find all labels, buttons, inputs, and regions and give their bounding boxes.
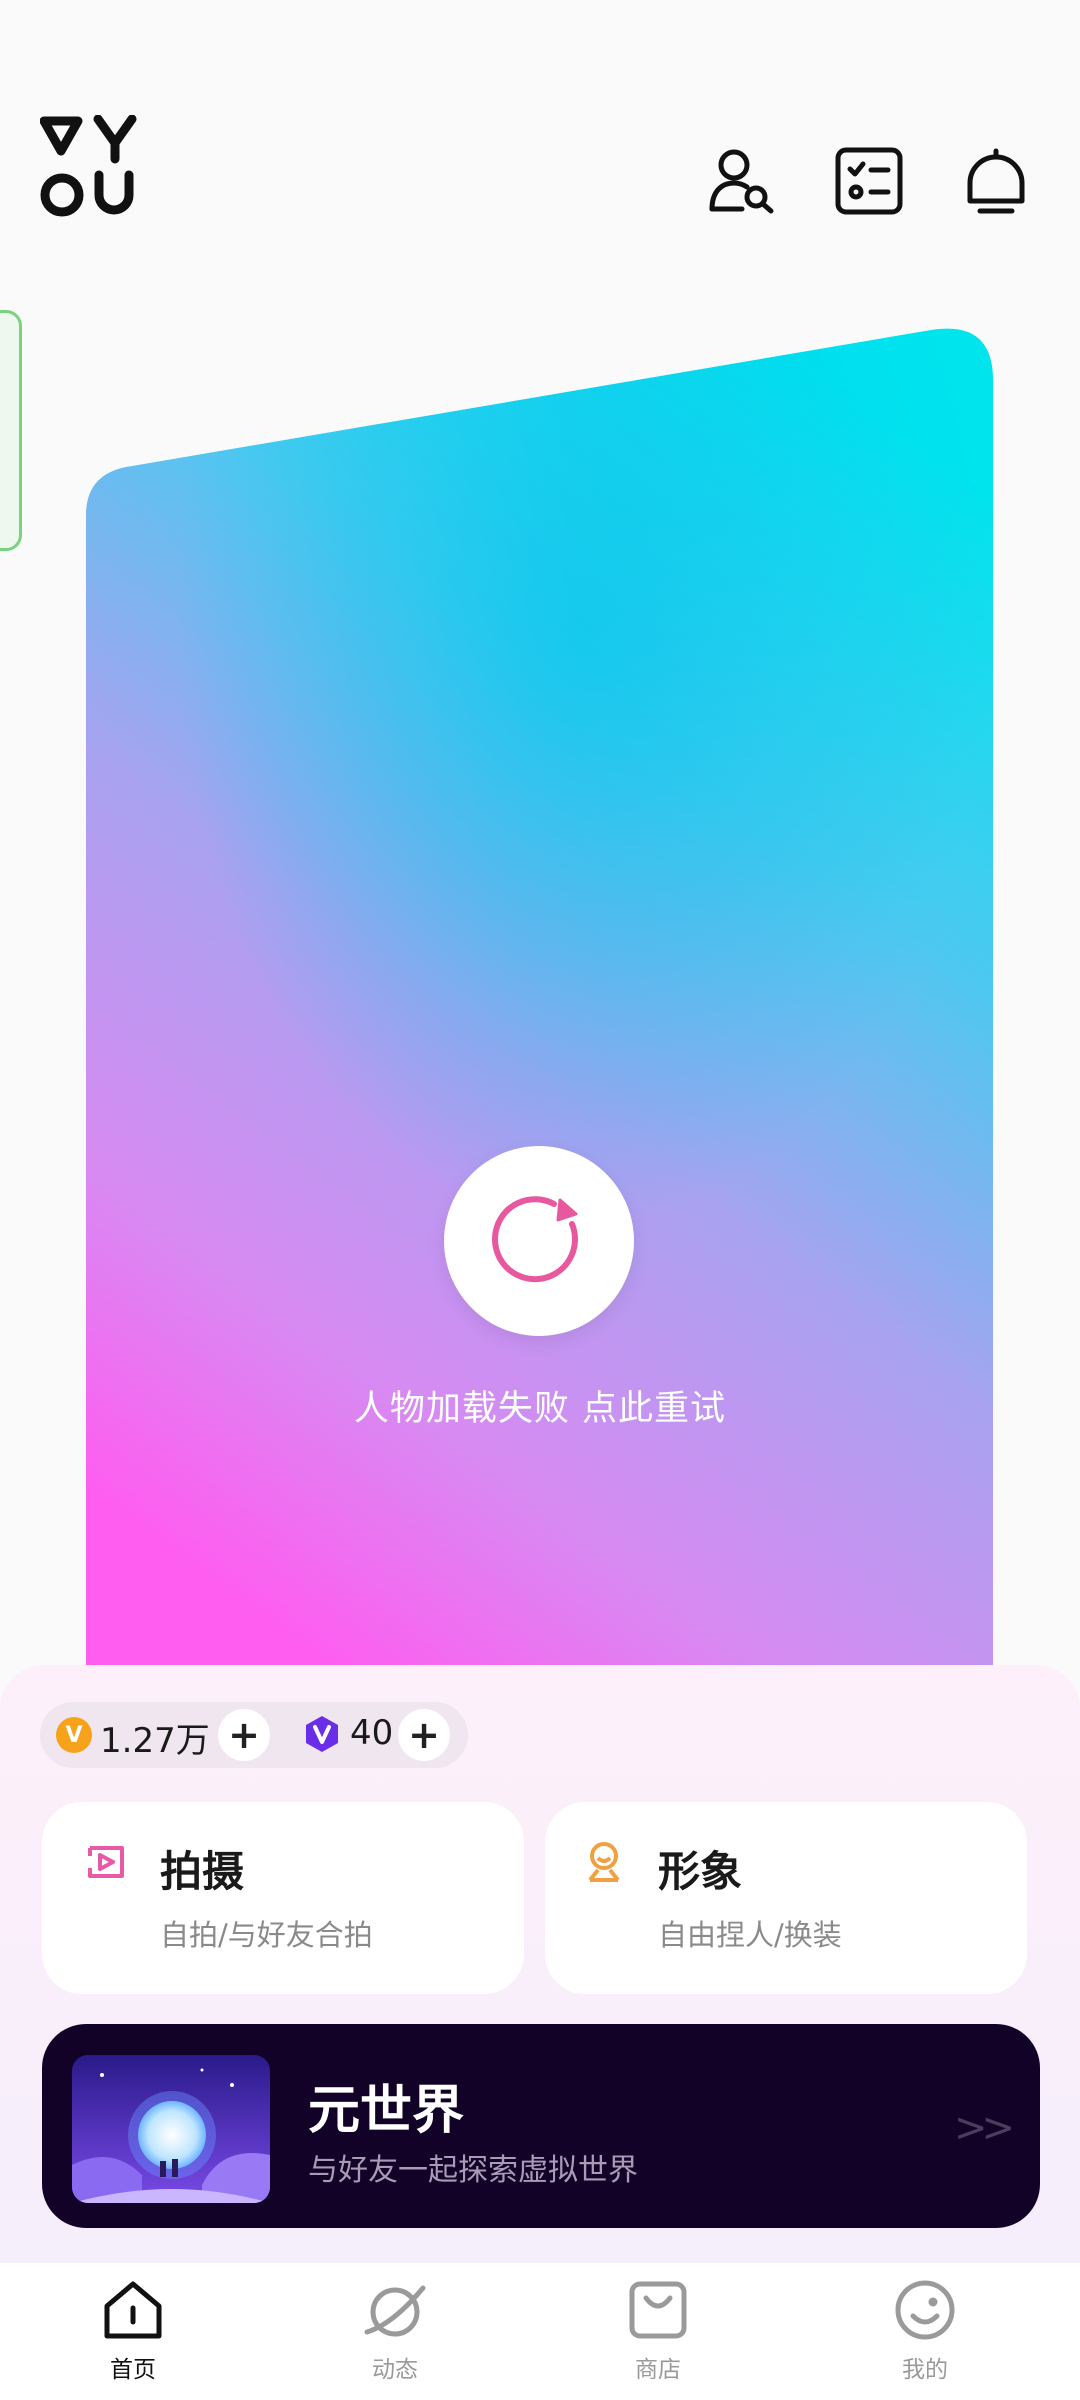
home-icon <box>101 2278 165 2346</box>
nav-store[interactable]: 商店 <box>588 2278 728 2398</box>
nav-feed-label: 动态 <box>372 2357 418 2383</box>
shoot-subtitle: 自拍/与好友合拍 <box>160 1918 373 1952</box>
avatar-icon <box>584 1840 624 1884</box>
planet-icon <box>363 2278 427 2346</box>
task-list-icon[interactable] <box>833 145 905 217</box>
refresh-icon <box>484 1184 594 1298</box>
retry-message[interactable]: 人物加载失败 点此重试 <box>0 1380 1080 1431</box>
add-coins-button[interactable]: + <box>218 1709 270 1761</box>
shoot-title: 拍摄 <box>160 1847 245 1896</box>
notification-bell-icon[interactable] <box>960 145 1032 217</box>
character-display-card[interactable] <box>86 325 993 1666</box>
smiley-profile-icon <box>893 2278 957 2346</box>
avatar-card[interactable] <box>545 1802 1027 1994</box>
coin-balance: 1.27万 <box>100 1721 210 1761</box>
meta-world-thumbnail <box>72 2055 270 2203</box>
v-gem-icon <box>303 1715 341 1753</box>
meta-world-subtitle: 与好友一起探索虚拟世界 <box>308 2153 638 2188</box>
friend-search-icon[interactable] <box>706 145 778 217</box>
nav-store-label: 商店 <box>635 2357 681 2383</box>
nav-home-label: 首页 <box>110 2357 156 2383</box>
nav-profile-label: 我的 <box>902 2357 948 2383</box>
meta-world-arrow: >> <box>954 2105 1015 2151</box>
v-coin-icon: V <box>56 1717 92 1753</box>
nav-profile[interactable]: 我的 <box>855 2278 995 2398</box>
add-gems-button[interactable]: + <box>398 1709 450 1761</box>
nav-home[interactable]: 首页 <box>63 2278 203 2398</box>
nav-feed[interactable]: 动态 <box>325 2278 465 2398</box>
shopping-bag-icon <box>626 2278 690 2346</box>
avatar-title: 形象 <box>658 1847 743 1896</box>
avatar-subtitle: 自由捏人/换装 <box>658 1918 842 1952</box>
side-drawer-tab[interactable] <box>0 310 22 551</box>
camera-play-icon <box>86 1842 126 1882</box>
gem-balance: 40 <box>350 1713 394 1753</box>
shoot-card[interactable] <box>42 1802 524 1994</box>
retry-button[interactable] <box>444 1146 634 1336</box>
meta-world-title: 元世界 <box>308 2081 465 2141</box>
vyou-logo <box>39 114 144 219</box>
